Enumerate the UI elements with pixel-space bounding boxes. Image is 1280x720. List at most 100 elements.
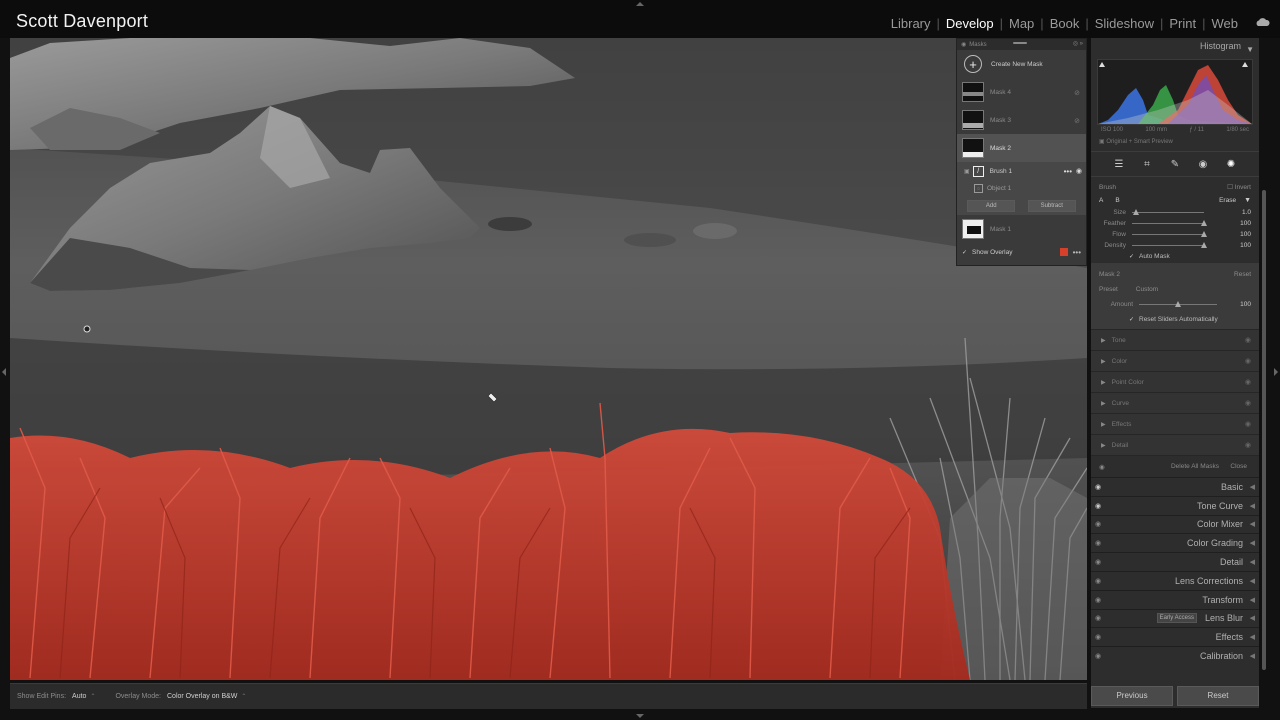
module-book[interactable]: Book bbox=[1048, 16, 1082, 31]
section-color-grading[interactable]: ◉ Color Grading ◀ bbox=[1091, 533, 1259, 552]
eye-icon[interactable]: ◉ bbox=[1095, 539, 1101, 547]
eye-icon[interactable]: ◉ bbox=[1245, 399, 1251, 407]
delete-all-masks-button[interactable]: Delete All Masks bbox=[1171, 463, 1219, 470]
red-eye-icon[interactable]: ◉ bbox=[1197, 159, 1209, 170]
section-effects[interactable]: ◉ Effects ◀ bbox=[1091, 627, 1259, 646]
feather-slider[interactable] bbox=[1132, 220, 1207, 226]
show-overlay-checkbox[interactable]: ✓ Show Overlay ••• bbox=[957, 243, 1086, 261]
overlay-options-icon[interactable]: ••• bbox=[1073, 248, 1081, 257]
subtract-button[interactable]: Subtract bbox=[1027, 200, 1076, 212]
mask-subpanel-effects[interactable]: ▶ Effects ◉ bbox=[1091, 413, 1259, 434]
left-panel-toggle-icon[interactable] bbox=[2, 368, 6, 376]
right-panel-toggle-icon[interactable] bbox=[1274, 368, 1278, 376]
crop-icon[interactable]: ⌗ bbox=[1141, 159, 1153, 170]
brush-b-tab[interactable]: B bbox=[1115, 197, 1119, 204]
section-calibration[interactable]: ◉ Calibration ◀ bbox=[1091, 646, 1259, 665]
collapse-triangle-icon[interactable]: ◀ bbox=[1250, 558, 1255, 566]
mask-subpanel-tone[interactable]: ▶ Tone ◉ bbox=[1091, 329, 1259, 350]
module-web[interactable]: Web bbox=[1210, 16, 1241, 31]
module-library[interactable]: Library bbox=[889, 16, 933, 31]
mask-item-3[interactable]: Mask 3 ⊘ bbox=[957, 106, 1086, 134]
slider-knob[interactable] bbox=[1201, 242, 1207, 248]
hide-eye-icon[interactable]: ⊘ bbox=[1074, 117, 1080, 125]
overlay-color-swatch[interactable] bbox=[1060, 248, 1068, 256]
mask-subpanel-point-color[interactable]: ▶ Point Color ◉ bbox=[1091, 371, 1259, 392]
collapse-triangle-icon[interactable]: ◀ bbox=[1250, 652, 1255, 660]
object-component[interactable]: ◌ Object 1 bbox=[957, 180, 1086, 197]
eye-icon[interactable]: ◉ bbox=[1245, 378, 1251, 386]
expand-triangle-icon[interactable]: ▶ bbox=[1101, 421, 1106, 428]
eye-icon[interactable]: ◉ bbox=[1245, 357, 1251, 365]
eye-icon[interactable]: ◉ bbox=[1095, 596, 1101, 604]
filmstrip-toggle-icon[interactable] bbox=[636, 714, 644, 718]
collapse-triangle-icon[interactable]: ◀ bbox=[1250, 614, 1255, 622]
collapse-triangle-icon[interactable]: ◀ bbox=[1250, 596, 1255, 604]
overlay-mode-dropdown[interactable]: Color Overlay on B&W bbox=[167, 693, 237, 700]
edit-pins-dropdown[interactable]: Auto bbox=[72, 693, 86, 700]
eye-icon[interactable]: ◉ bbox=[1095, 652, 1101, 660]
cloud-sync-icon[interactable] bbox=[1254, 17, 1270, 27]
eye-icon[interactable]: ◉ bbox=[1245, 336, 1251, 344]
collapse-triangle-icon[interactable]: ◀ bbox=[1250, 539, 1255, 547]
add-button[interactable]: Add bbox=[967, 200, 1016, 212]
dropdown-arrow-icon[interactable]: ⌃ bbox=[90, 693, 95, 700]
module-map[interactable]: Map bbox=[1007, 16, 1036, 31]
masks-panel-header[interactable]: ◉ Masks ◎ » bbox=[957, 39, 1086, 50]
mask-subpanel-detail[interactable]: ▶ Detail ◉ bbox=[1091, 434, 1259, 455]
photo-canvas[interactable] bbox=[10, 38, 1087, 680]
more-options-icon[interactable]: ••• bbox=[1064, 167, 1072, 176]
mask-reset-button[interactable]: Reset bbox=[1234, 271, 1251, 278]
collapse-triangle-icon[interactable]: ◀ bbox=[1250, 502, 1255, 510]
mask-item-1[interactable]: Mask 1 bbox=[957, 215, 1086, 243]
collapse-triangle-icon[interactable]: ◀ bbox=[1250, 483, 1255, 491]
brush-component[interactable]: ▣ / Brush 1 ••• ◉ bbox=[957, 162, 1086, 180]
masks-eye-icon[interactable]: ◉ bbox=[961, 41, 966, 48]
expand-triangle-icon[interactable]: ▶ bbox=[1101, 379, 1106, 386]
reset-button[interactable]: Reset bbox=[1177, 686, 1259, 706]
slider-knob[interactable] bbox=[1201, 231, 1207, 237]
module-develop[interactable]: Develop bbox=[944, 16, 996, 31]
expand-triangle-icon[interactable]: ▶ bbox=[1101, 358, 1106, 365]
section-tone-curve[interactable]: ◉ Tone Curve ◀ bbox=[1091, 495, 1259, 515]
density-slider[interactable] bbox=[1132, 242, 1207, 248]
histogram-header[interactable]: Histogram ▼ bbox=[1091, 38, 1259, 54]
brush-options-triangle-icon[interactable]: ▼ bbox=[1244, 197, 1251, 204]
section-lens-corrections[interactable]: ◉ Lens Corrections ◀ bbox=[1091, 570, 1259, 590]
reset-sliders-checkbox[interactable]: Reset Sliders Automatically bbox=[1139, 316, 1218, 323]
dropdown-arrow-icon[interactable]: ⌃ bbox=[241, 693, 246, 700]
mask-item-4[interactable]: Mask 4 ⊘ bbox=[957, 78, 1086, 106]
eye-icon[interactable]: ◉ bbox=[1095, 483, 1101, 491]
eye-icon[interactable]: ◉ bbox=[1095, 577, 1101, 585]
erase-button[interactable]: Erase bbox=[1219, 197, 1236, 204]
mask-item-2[interactable]: Mask 2 bbox=[957, 134, 1086, 162]
eye-icon[interactable]: ◉ bbox=[1095, 614, 1101, 622]
collapse-triangle-icon[interactable]: ◀ bbox=[1250, 577, 1255, 585]
right-panel-scrollbar[interactable] bbox=[1262, 190, 1266, 670]
brush-a-tab[interactable]: A bbox=[1099, 197, 1103, 204]
hide-eye-icon[interactable]: ⊘ bbox=[1074, 89, 1080, 97]
section-detail[interactable]: ◉ Detail ◀ bbox=[1091, 552, 1259, 571]
close-button[interactable]: Close bbox=[1230, 463, 1247, 470]
module-slideshow[interactable]: Slideshow bbox=[1093, 16, 1156, 31]
edit-sliders-icon[interactable]: ☰ bbox=[1113, 159, 1125, 170]
mask-subpanel-curve[interactable]: ▶ Curve ◉ bbox=[1091, 392, 1259, 413]
eye-icon[interactable]: ◉ bbox=[1095, 558, 1101, 566]
section-color-mixer[interactable]: ◉ Color Mixer ◀ bbox=[1091, 514, 1259, 534]
eye-icon[interactable]: ◉ bbox=[1245, 420, 1251, 428]
panel-options-icon[interactable]: ◎ » bbox=[1073, 40, 1083, 47]
module-print[interactable]: Print bbox=[1167, 16, 1198, 31]
eye-icon[interactable]: ◉ bbox=[1095, 502, 1101, 510]
drag-handle[interactable] bbox=[1013, 42, 1027, 44]
slider-knob[interactable] bbox=[1175, 301, 1181, 307]
visibility-eye-icon[interactable]: ◉ bbox=[1076, 167, 1082, 175]
slider-knob[interactable] bbox=[1201, 220, 1207, 226]
masking-icon[interactable]: ✺ bbox=[1225, 159, 1237, 170]
eye-icon[interactable]: ◉ bbox=[1099, 463, 1105, 471]
eye-icon[interactable]: ◉ bbox=[1095, 520, 1101, 528]
preset-dropdown[interactable]: Custom bbox=[1136, 286, 1158, 293]
section-transform[interactable]: ◉ Transform ◀ bbox=[1091, 589, 1259, 609]
auto-mask-checkbox[interactable]: Auto Mask bbox=[1139, 253, 1170, 260]
eye-icon[interactable]: ◉ bbox=[1095, 633, 1101, 641]
eye-icon[interactable]: ◉ bbox=[1245, 441, 1251, 449]
histogram[interactable] bbox=[1097, 59, 1253, 125]
